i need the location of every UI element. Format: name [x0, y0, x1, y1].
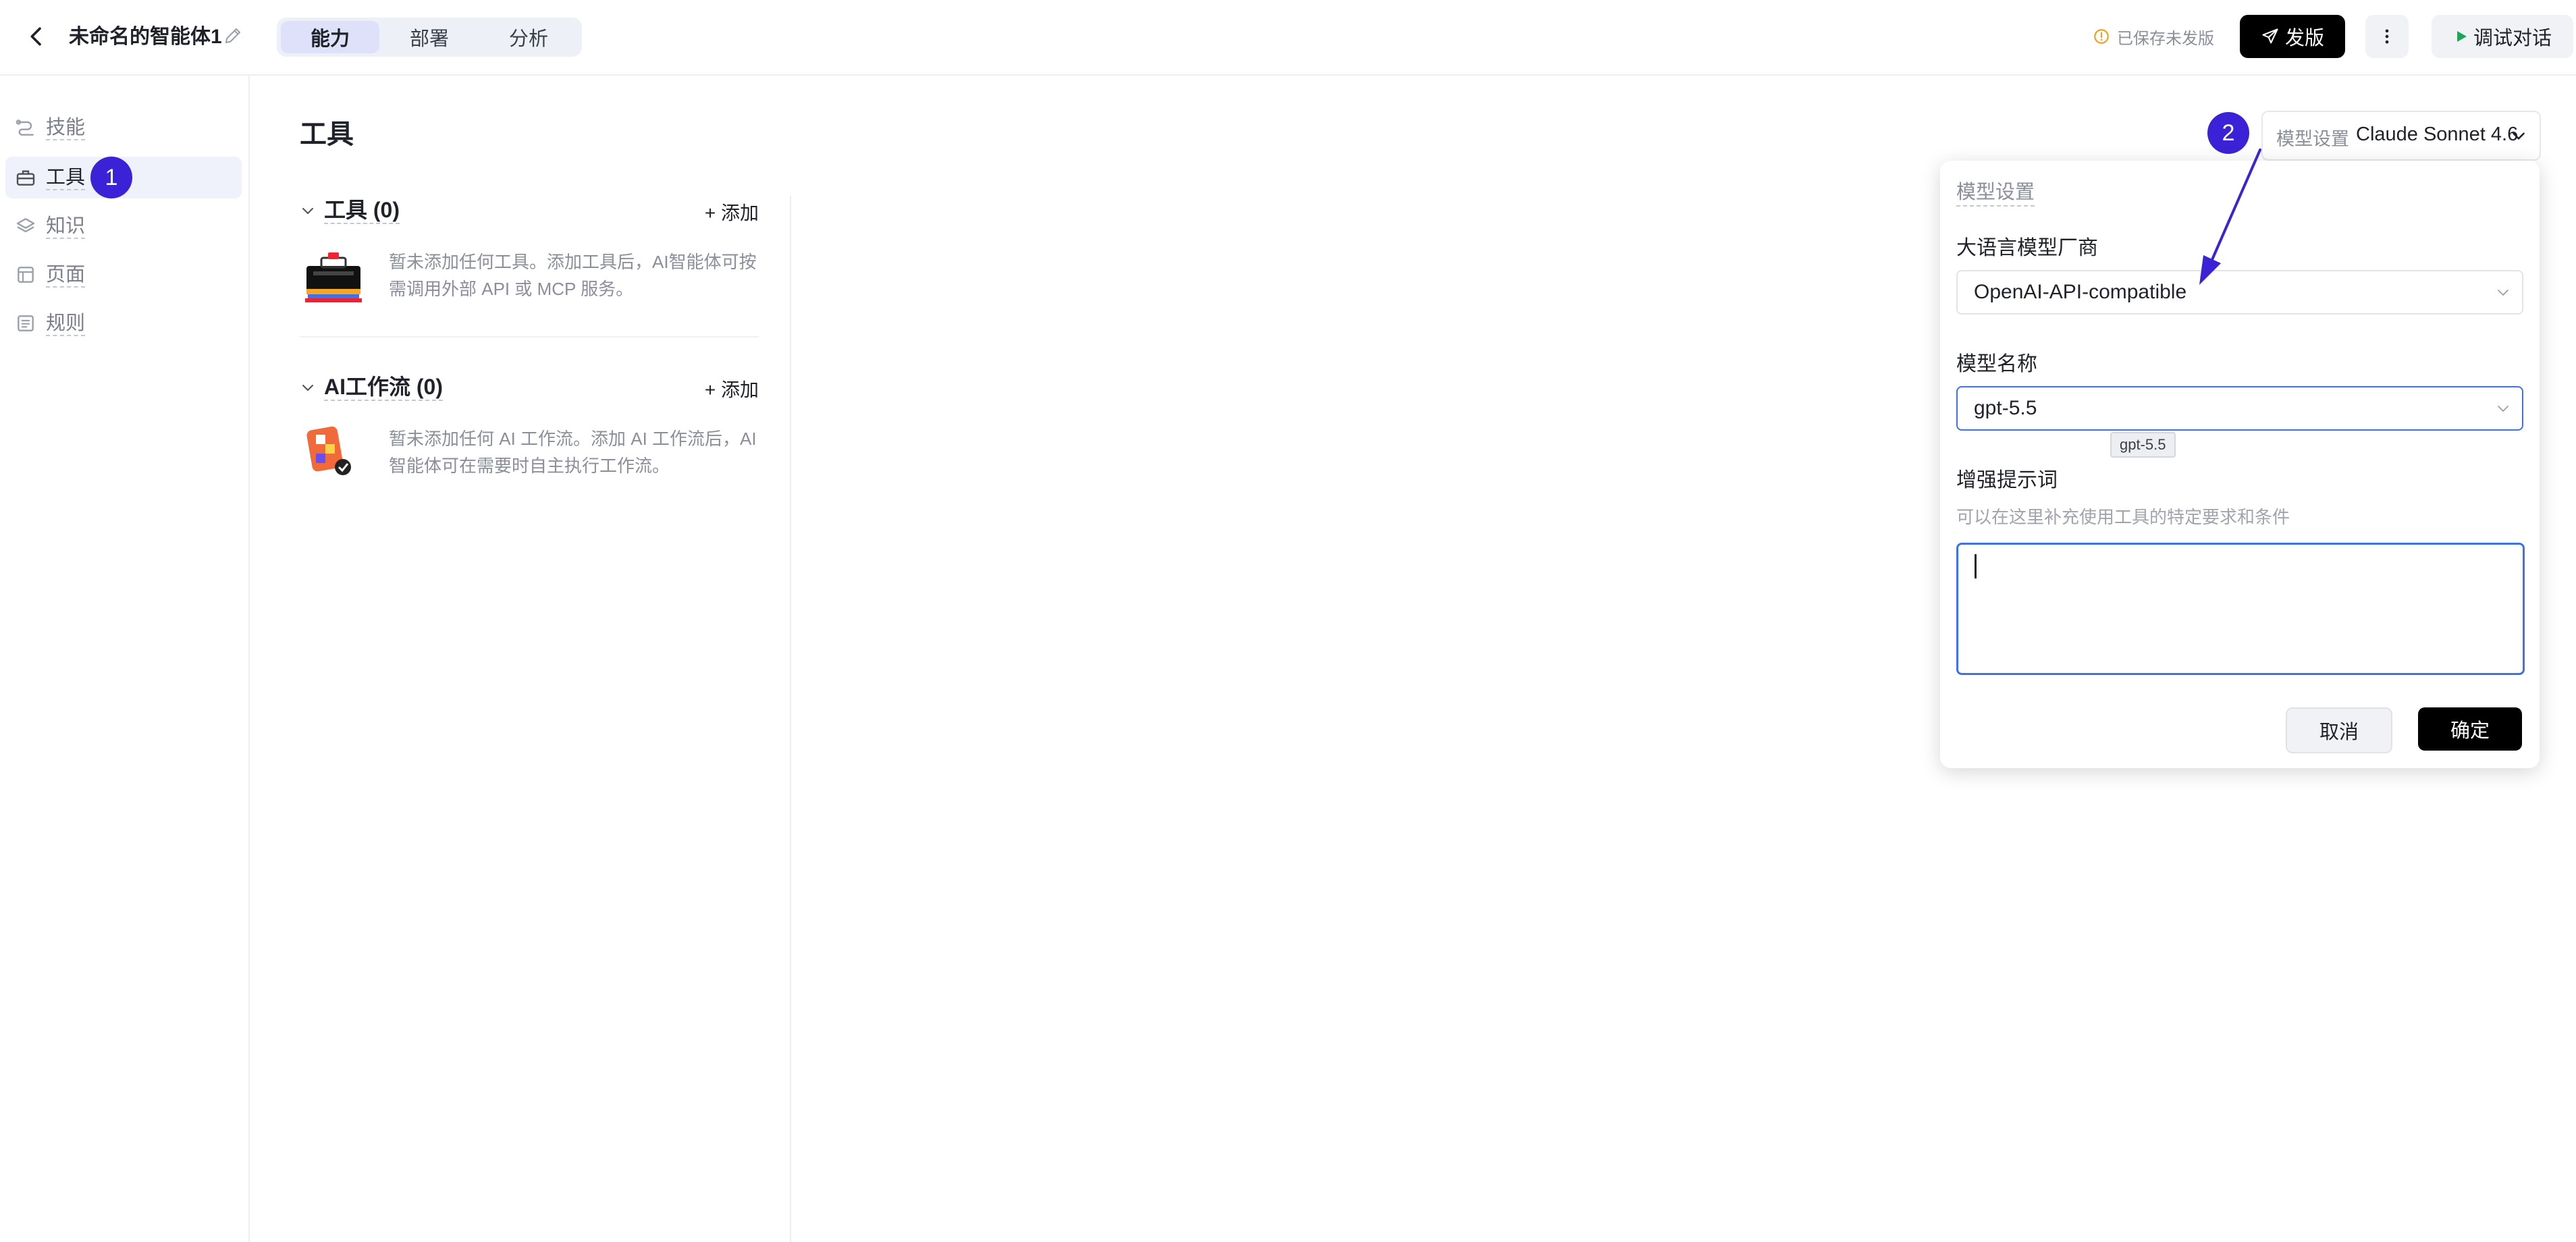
model-name-select[interactable]: gpt-5.5	[1956, 386, 2523, 431]
workflow-empty-text: 暂未添加任何 AI 工作流。添加 AI 工作流后，AI智能体可在需要时自主执行工…	[389, 429, 757, 476]
sidebar: 技能 工具 1 知识 页面 规则	[0, 76, 250, 1242]
sidebar-item-label: 技能	[46, 116, 86, 140]
rules-icon	[18, 315, 34, 331]
tools-section-title[interactable]: 工具 (0)	[324, 197, 400, 224]
model-name-tooltip: gpt-5.5	[2110, 432, 2176, 458]
toolbox-icon	[16, 170, 35, 186]
back-arrow-icon[interactable]	[23, 23, 50, 50]
vendor-label: 大语言模型厂商	[1956, 237, 2098, 259]
page-icon	[18, 267, 34, 283]
chevron-down-icon	[2498, 406, 2508, 412]
top-bar: 未命名的智能体1 能力 部署 分析 已保存未发版 发版 调试对话	[0, 0, 2576, 76]
tools-section-header: 工具 (0) + 添加	[300, 196, 759, 225]
workflow-section-title[interactable]: AI工作流 (0)	[324, 374, 444, 401]
send-icon	[2262, 28, 2278, 44]
sidebar-item-label: 工具	[46, 166, 86, 190]
sidebar-item-tools[interactable]: 工具 1	[5, 157, 242, 198]
sidebar-item-skills[interactable]: 技能	[5, 107, 242, 148]
popover-title: 模型设置	[1956, 180, 2035, 207]
toolbox-illustration-icon	[305, 252, 362, 302]
agent-title: 未命名的智能体1	[69, 26, 222, 48]
debug-chat-button[interactable]: 调试对话	[2432, 15, 2573, 58]
top-tabs: 能力 部署 分析	[277, 18, 582, 57]
prompt-hint: 可以在这里补充使用工具的特定要求和条件	[1956, 507, 2290, 527]
play-icon	[2457, 31, 2467, 42]
section-divider	[300, 336, 759, 338]
layers-icon	[16, 218, 35, 233]
model-name-value: gpt-5.5	[1974, 397, 2037, 419]
debug-chat-label: 调试对话	[2473, 28, 2552, 49]
tab-deploy[interactable]: 部署	[380, 21, 479, 53]
tab-analysis[interactable]: 分析	[479, 21, 578, 53]
sidebar-item-pages[interactable]: 页面	[5, 254, 242, 296]
more-vertical-icon	[2385, 29, 2389, 44]
publish-button[interactable]: 发版	[2240, 15, 2345, 58]
sidebar-item-rules[interactable]: 规则	[5, 302, 242, 344]
chevron-down-icon	[2513, 132, 2525, 140]
warning-circle-icon	[2094, 29, 2109, 44]
cancel-button[interactable]: 取消	[2286, 707, 2392, 753]
annotation-badge-1: 1	[90, 157, 132, 198]
sidebar-item-label: 知识	[46, 215, 86, 239]
workflow-section-header: AI工作流 (0) + 添加	[300, 373, 759, 402]
sidebar-item-label: 规则	[46, 312, 86, 336]
chevron-down-icon[interactable]	[300, 379, 316, 396]
chevron-down-icon	[2498, 290, 2508, 296]
more-button[interactable]	[2365, 15, 2409, 58]
publish-label: 发版	[2284, 28, 2324, 49]
add-tool-button[interactable]: + 添加	[705, 198, 759, 225]
page-title: 工具	[300, 119, 354, 149]
column-divider	[790, 196, 791, 1242]
skill-icon	[16, 119, 34, 136]
model-settings-label: 模型设置	[2276, 129, 2349, 149]
text-caret	[1975, 554, 1977, 578]
workflow-illustration-icon	[306, 426, 351, 475]
prompt-label: 增强提示词	[1956, 469, 2058, 491]
tools-empty-text: 暂未添加任何工具。添加工具后，AI智能体可按需调用外部 API 或 MCP 服务…	[389, 252, 757, 299]
annotation-arrow-icon	[2199, 148, 2261, 285]
sidebar-item-knowledge[interactable]: 知识	[5, 205, 242, 247]
tab-capability[interactable]: 能力	[281, 21, 379, 53]
current-model-value: Claude Sonnet 4.6	[2356, 124, 2519, 145]
chevron-down-icon[interactable]	[300, 202, 316, 219]
model-settings-trigger[interactable]: 模型设置 Claude Sonnet 4.6	[2261, 111, 2541, 161]
save-status-text: 已保存未发版	[2117, 29, 2214, 48]
save-status: 已保存未发版	[2093, 23, 2214, 50]
confirm-button[interactable]: 确定	[2418, 707, 2522, 751]
sidebar-item-label: 页面	[46, 263, 86, 288]
add-workflow-button[interactable]: + 添加	[705, 375, 759, 402]
vendor-value: OpenAI-API-compatible	[1974, 281, 2187, 303]
model-name-label: 模型名称	[1956, 353, 2037, 375]
edit-pencil-icon[interactable]	[223, 26, 243, 46]
prompt-textarea[interactable]	[1956, 543, 2525, 675]
